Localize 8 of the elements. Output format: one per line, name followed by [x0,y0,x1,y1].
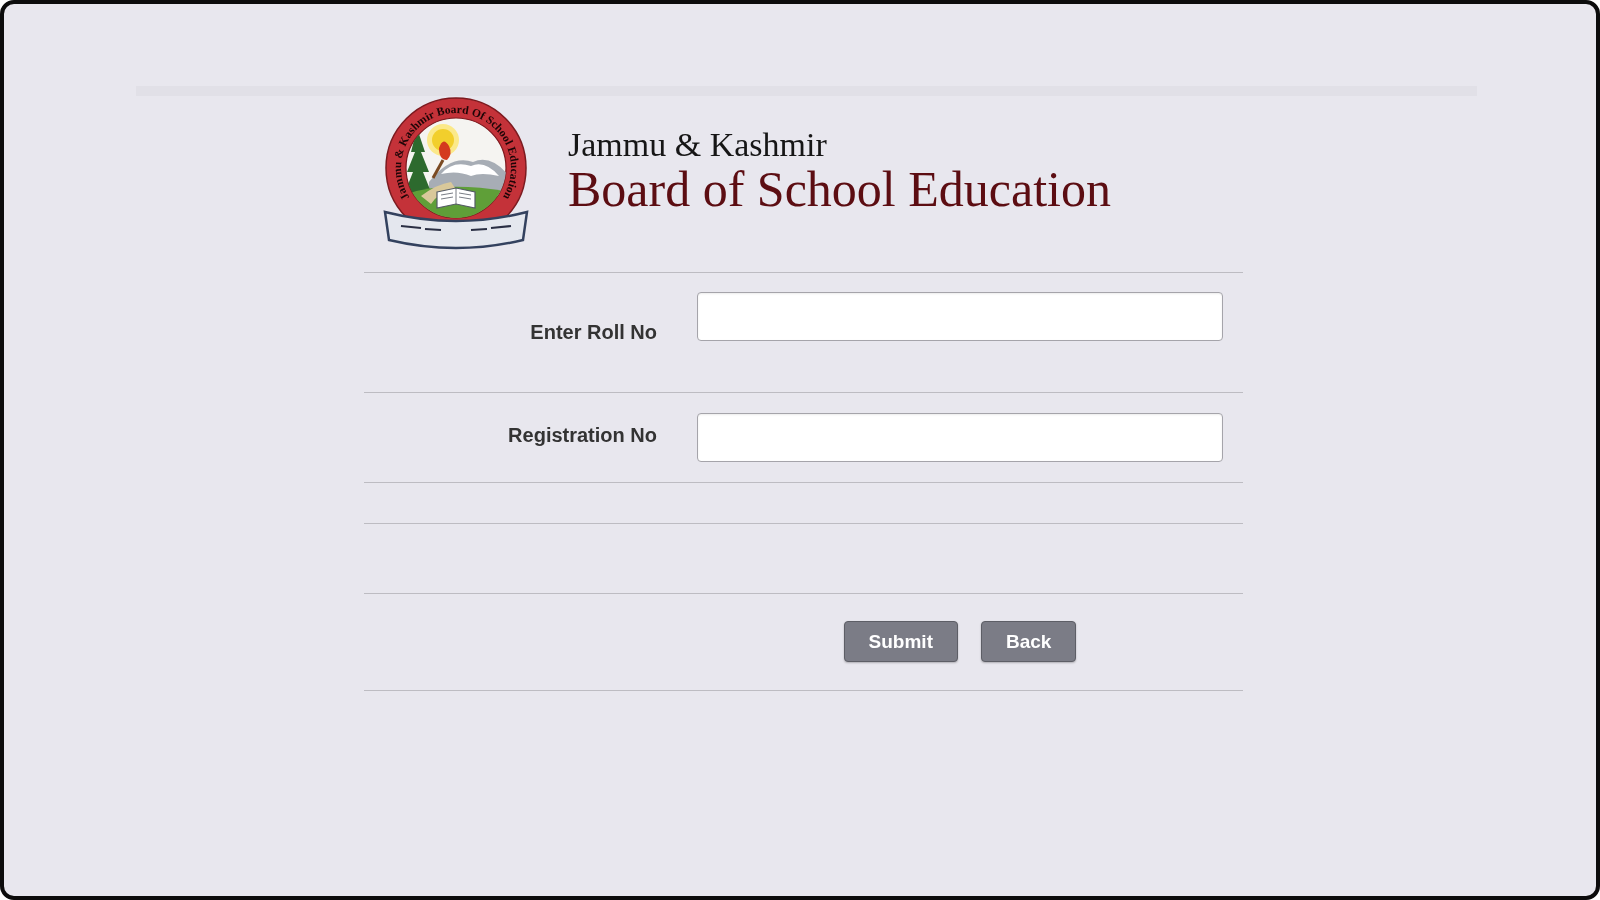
form-button[interactable]: Back [981,621,1077,662]
header-subtitle: Jammu & Kashmir [568,128,827,162]
form-button[interactable]: Submit [843,621,958,662]
header-title: Board of School Education [568,164,1111,214]
field-label: Registration No [508,423,657,447]
text-input-field[interactable] [697,413,1223,462]
field-label: Enter Roll No [530,320,657,344]
text-input-field[interactable] [697,292,1223,341]
